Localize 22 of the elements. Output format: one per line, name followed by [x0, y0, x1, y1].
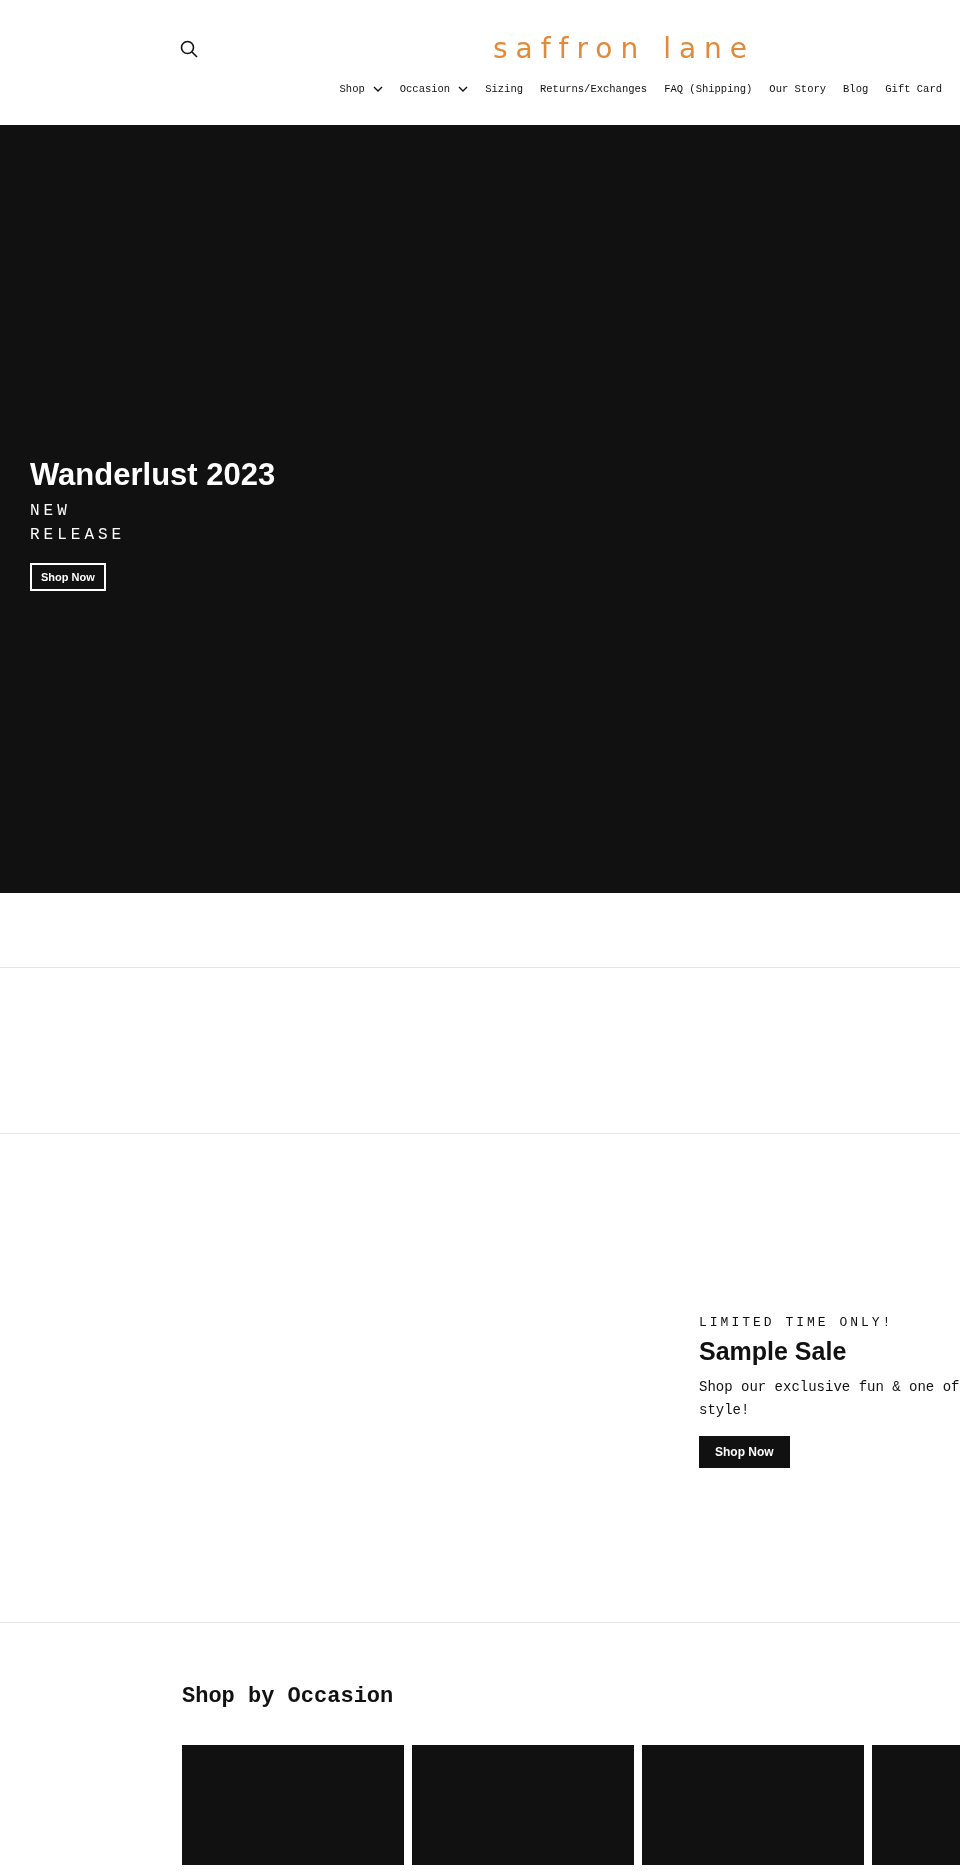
sale-description: Shop our exclusive fun & one of style!: [699, 1377, 960, 1420]
nav-link[interactable]: Our Story: [769, 82, 827, 96]
nav-link[interactable]: FAQ (Shipping): [664, 82, 753, 96]
shop-now-button[interactable]: Shop Now: [699, 1435, 790, 1468]
occasion-card[interactable]: [182, 1745, 404, 1865]
occasion-card[interactable]: [412, 1745, 634, 1865]
shop-now-button[interactable]: Shop Now: [30, 563, 106, 591]
nav-link[interactable]: Occasion: [399, 82, 469, 96]
hero-subtitle: NEW: [30, 501, 72, 522]
nav-link[interactable]: Returns/Exchanges: [540, 82, 648, 96]
section-heading: Shop by Occasion: [182, 1683, 395, 1711]
nav-link[interactable]: Sizing: [485, 82, 523, 96]
nav-link[interactable]: Blog: [843, 82, 869, 96]
sale-title: Sample Sale: [699, 1335, 848, 1366]
nav-link[interactable]: Gift Card: [885, 82, 942, 96]
hero-title: Wanderlust 2023: [30, 457, 276, 493]
search-icon: [180, 40, 198, 58]
occasion-card[interactable]: [642, 1745, 864, 1865]
search-button[interactable]: [180, 40, 198, 58]
hero-subtitle: RELEASE: [30, 525, 127, 546]
nav-link[interactable]: Shop: [339, 82, 383, 96]
sale-eyebrow: LIMITED TIME ONLY!: [699, 1313, 895, 1332]
